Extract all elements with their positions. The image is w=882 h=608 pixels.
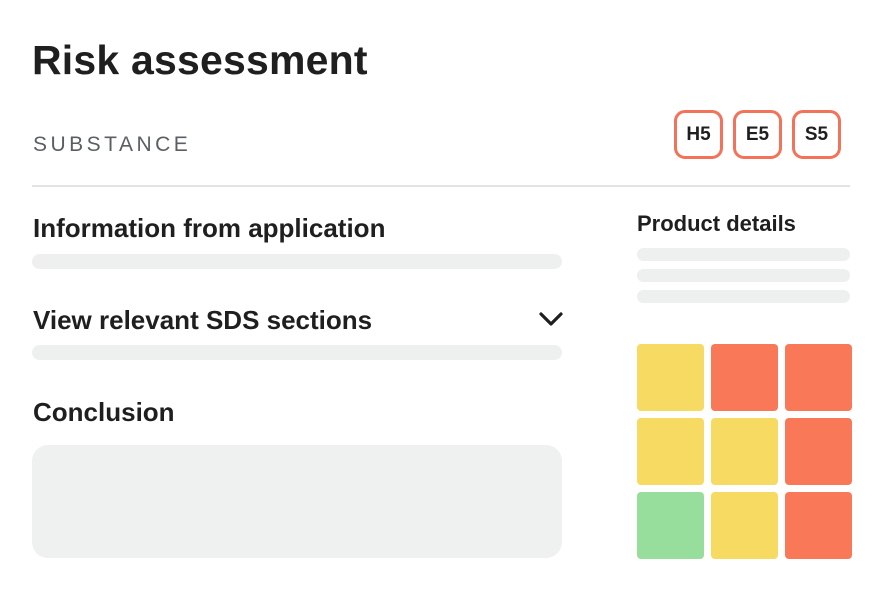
risk-cell-orange [785,344,852,411]
risk-matrix [637,344,852,559]
information-from-application-title: Information from application [33,213,386,243]
conclusion-textarea[interactable] [32,445,562,558]
risk-cell-orange [785,418,852,485]
header-divider [32,185,850,187]
view-sds-sections-title[interactable]: View relevant SDS sections [33,304,372,336]
product-details-line [637,248,850,261]
product-details-line [637,290,850,303]
badge-h5[interactable]: H5 [674,110,723,159]
information-placeholder-bar [32,254,562,269]
section-label-substance: SUBSTANCE [33,133,192,156]
risk-cell-yellow [637,344,704,411]
risk-cell-yellow [711,492,778,559]
badge-e5[interactable]: E5 [733,110,782,159]
sds-placeholder-bar [32,345,562,360]
risk-cell-yellow [711,418,778,485]
chevron-down-icon[interactable] [538,308,564,330]
product-details-title: Product details [637,211,796,236]
risk-cell-orange [785,492,852,559]
badge-s5[interactable]: S5 [792,110,841,159]
page-title: Risk assessment [32,37,368,83]
risk-cell-orange [711,344,778,411]
product-details-line [637,269,850,282]
risk-cell-green [637,492,704,559]
risk-cell-yellow [637,418,704,485]
hazard-badges: H5 E5 S5 [674,110,841,159]
conclusion-title: Conclusion [33,397,175,427]
